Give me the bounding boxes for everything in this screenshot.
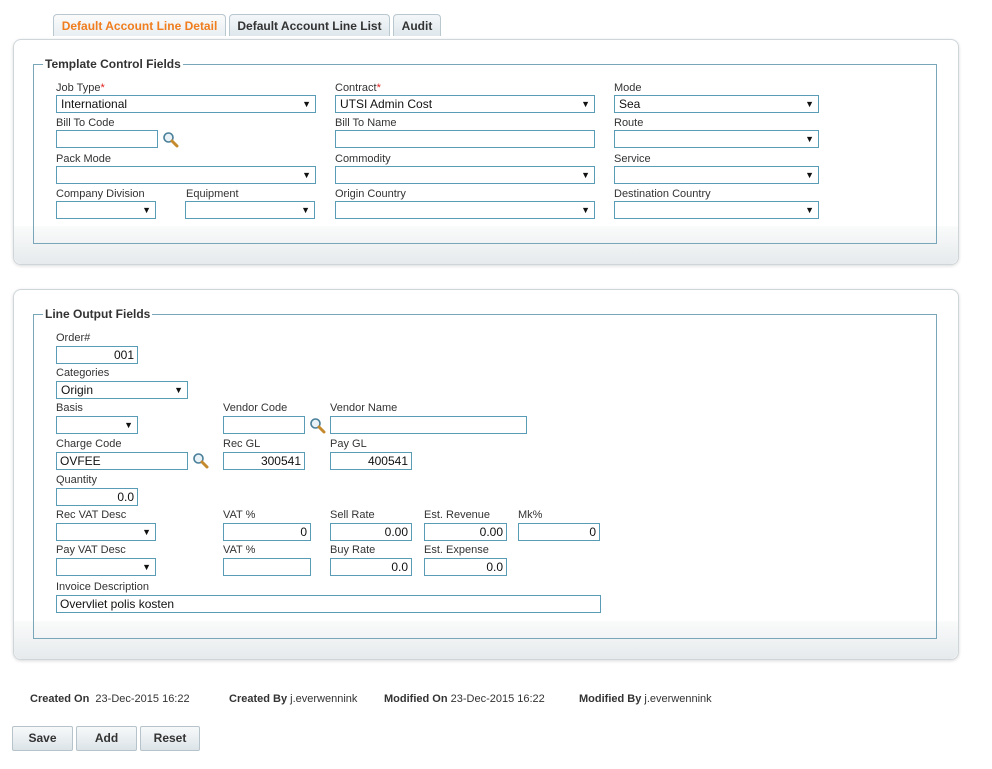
pay-vat-pct-label: VAT % [223,544,256,556]
contract-label: Contract* [335,82,381,94]
service-label: Service [614,153,651,165]
sell-rate-input[interactable]: 0.00 [330,523,412,541]
vendor-code-input[interactable] [223,416,305,434]
mk-pct-label: Mk% [518,509,543,521]
chevron-down-icon: ▼ [301,205,310,215]
chevron-down-icon: ▼ [581,99,590,109]
tab-default-account-line-detail[interactable]: Default Account Line Detail [53,14,226,36]
quantity-label: Quantity [56,474,97,486]
created-by: Created By j.everwennink [229,693,358,705]
template-control-legend: Template Control Fields [43,57,183,71]
chevron-down-icon: ▼ [581,170,590,180]
invoice-description-label: Invoice Description [56,581,149,593]
pack-mode-select[interactable]: ▼ [56,166,316,184]
bill-to-code-label: Bill To Code [56,117,115,129]
rec-gl-input[interactable]: 300541 [223,452,305,470]
add-button[interactable]: Add [76,726,137,751]
mode-select[interactable]: Sea ▼ [614,95,819,113]
magnifier-icon[interactable] [309,417,326,434]
tab-default-account-line-list[interactable]: Default Account Line List [229,14,390,36]
route-label: Route [614,117,644,129]
est-revenue-label: Est. Revenue [424,509,491,521]
magnifier-icon[interactable] [192,452,209,469]
pay-vat-pct-input[interactable] [223,558,311,576]
vendor-name-label: Vendor Name [330,402,398,414]
chevron-down-icon: ▼ [302,99,311,109]
rec-vat-pct-input[interactable]: 0 [223,523,311,541]
company-division-select[interactable]: ▼ [56,201,156,219]
chevron-down-icon: ▼ [142,562,151,572]
order-label: Order# [56,332,91,344]
destination-country-select[interactable]: ▼ [614,201,819,219]
vendor-code-label: Vendor Code [223,402,288,414]
equipment-select[interactable]: ▼ [185,201,315,219]
pack-mode-label: Pack Mode [56,153,112,165]
chevron-down-icon: ▼ [302,170,311,180]
required-marker: * [100,82,105,94]
bill-to-code-input[interactable] [56,130,158,148]
commodity-label: Commodity [335,153,391,165]
pay-gl-label: Pay GL [330,438,367,450]
buy-rate-label: Buy Rate [330,544,376,556]
mode-label: Mode [614,82,642,94]
chevron-down-icon: ▼ [805,170,814,180]
mk-pct-input[interactable]: 0 [518,523,600,541]
sell-rate-label: Sell Rate [330,509,375,521]
vendor-name-input[interactable] [330,416,527,434]
chevron-down-icon: ▼ [581,205,590,215]
route-select[interactable]: ▼ [614,130,819,148]
modified-by: Modified By j.everwennink [579,693,712,705]
service-select[interactable]: ▼ [614,166,819,184]
order-input[interactable]: 001 [56,346,138,364]
buy-rate-input[interactable]: 0.0 [330,558,412,576]
required-marker: * [376,82,381,94]
tab-audit[interactable]: Audit [393,14,441,36]
est-expense-label: Est. Expense [424,544,489,556]
commodity-select[interactable]: ▼ [335,166,595,184]
pay-gl-input[interactable]: 400541 [330,452,412,470]
created-on: Created On 23-Dec-2015 16:22 [30,693,190,705]
rec-vat-pct-label: VAT % [223,509,256,521]
pay-vat-desc-label: Pay VAT Desc [56,544,126,556]
line-output-fieldset: Line Output Fields [33,307,937,639]
chevron-down-icon: ▼ [142,205,151,215]
chevron-down-icon: ▼ [805,99,814,109]
origin-country-label: Origin Country [335,188,406,200]
categories-select[interactable]: Origin ▼ [56,381,188,399]
bill-to-name-input[interactable] [335,130,595,148]
charge-code-label: Charge Code [56,438,122,450]
chevron-down-icon: ▼ [174,385,183,395]
categories-label: Categories [56,367,110,379]
quantity-input[interactable]: 0.0 [56,488,138,506]
save-button[interactable]: Save [12,726,73,751]
magnifier-icon[interactable] [162,131,179,148]
modified-on: Modified On 23-Dec-2015 16:22 [384,693,545,705]
charge-code-input[interactable]: OVFEE [56,452,188,470]
rec-vat-desc-label: Rec VAT Desc [56,509,127,521]
est-revenue-input[interactable]: 0.00 [424,523,507,541]
company-division-label: Company Division [56,188,145,200]
contract-select[interactable]: UTSI Admin Cost ▼ [335,95,595,113]
chevron-down-icon: ▼ [124,420,133,430]
pay-vat-desc-select[interactable]: ▼ [56,558,156,576]
destination-country-label: Destination Country [614,188,711,200]
chevron-down-icon: ▼ [142,527,151,537]
job-type-select[interactable]: International ▼ [56,95,316,113]
reset-button[interactable]: Reset [140,726,200,751]
rec-vat-desc-select[interactable]: ▼ [56,523,156,541]
invoice-description-input[interactable]: Overvliet polis kosten [56,595,601,613]
job-type-label: Job Type* [56,82,105,94]
basis-select[interactable]: ▼ [56,416,138,434]
chevron-down-icon: ▼ [805,134,814,144]
equipment-label: Equipment [186,188,239,200]
line-output-legend: Line Output Fields [43,307,153,321]
bill-to-name-label: Bill To Name [335,117,397,129]
chevron-down-icon: ▼ [805,205,814,215]
basis-label: Basis [56,402,83,414]
rec-gl-label: Rec GL [223,438,261,450]
origin-country-select[interactable]: ▼ [335,201,595,219]
est-expense-input[interactable]: 0.0 [424,558,507,576]
